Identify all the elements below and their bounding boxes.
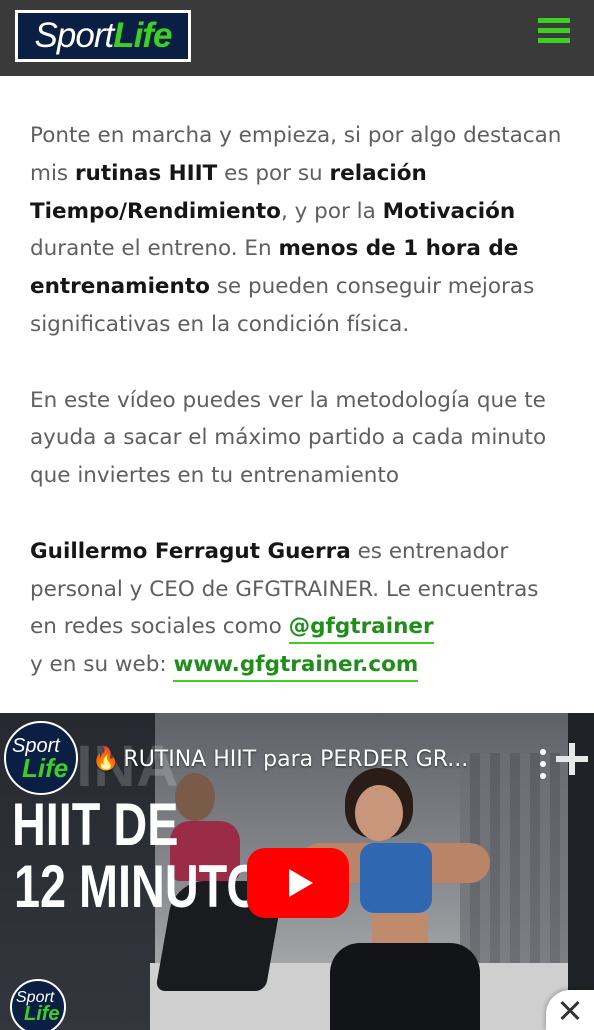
sportlife-logo[interactable]: Sport Life [15, 10, 191, 62]
intro-emphasis: rutinas HIIT [74, 160, 218, 186]
youtube-video-embed[interactable]: TINA HIIT DE 12 MINUTOS Sport Life 🔥 RUTI… [0, 713, 594, 1030]
article-content: Ponte en marcha y empieza, si por algo d… [30, 117, 570, 722]
author-name: Guillermo Ferragut Guerra [30, 538, 351, 564]
website-link[interactable]: www.gfgtrainer.com [173, 652, 419, 683]
social-link[interactable]: @gfgtrainer [288, 614, 434, 645]
hamburger-menu-icon[interactable] [538, 18, 570, 44]
play-icon [289, 869, 313, 897]
athlete-front-face [355, 785, 403, 841]
intro-emphasis: Motivación [382, 198, 516, 224]
channel-logo-life: Life [22, 753, 69, 783]
video-description-paragraph: En este vídeo puedes ver la metodología … [30, 387, 547, 489]
more-options-icon[interactable] [536, 749, 550, 779]
intro-text: durante el entreno. En [30, 236, 279, 262]
channel-avatar[interactable]: Sport Life [4, 721, 78, 795]
watermark-logo: Sport Life [10, 979, 66, 1030]
thumbnail-text-line1: HIIT DE [12, 791, 179, 858]
top-bar: Sport Life [0, 0, 594, 76]
author-paragraph: Guillermo Ferragut Guerra es entrenador … [30, 533, 570, 684]
athlete-front-top [360, 843, 432, 913]
close-icon[interactable] [546, 990, 594, 1030]
athlete-front-waist [372, 913, 428, 945]
athlete-back-head [175, 773, 215, 821]
athlete-front-legs [330, 943, 480, 1030]
fire-icon: 🔥 [92, 747, 120, 772]
intro-paragraph: Ponte en marcha y empieza, si por algo d… [30, 117, 570, 344]
logo-text-sport: Sport [34, 16, 115, 55]
intro-text: es por su [217, 160, 330, 186]
video-title-text: RUTINA HIIT para PERDER GR... [123, 747, 469, 772]
logo-text-life: Life [113, 16, 172, 55]
watermark-logo-life: Life [24, 1003, 60, 1025]
web-label: y en su web: [30, 652, 174, 678]
intro-text: , y por la [280, 198, 383, 224]
add-icon[interactable] [556, 743, 588, 775]
play-button[interactable] [247, 848, 349, 918]
video-title[interactable]: 🔥 RUTINA HIIT para PERDER GR... [92, 747, 512, 772]
